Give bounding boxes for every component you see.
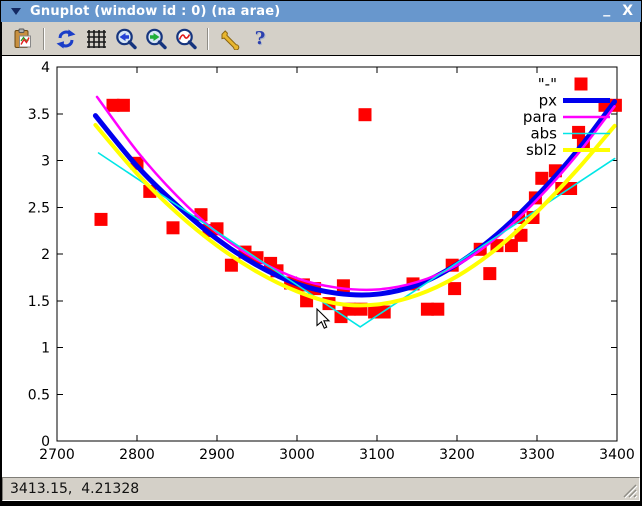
plot-canvas[interactable] bbox=[2, 55, 640, 477]
wrench-icon bbox=[219, 28, 241, 50]
toggle-grid-button[interactable] bbox=[83, 26, 109, 52]
magnifier-left-arrow-icon bbox=[115, 28, 137, 50]
unzoom-button[interactable] bbox=[173, 26, 199, 52]
close-button[interactable]: X bbox=[622, 1, 633, 22]
next-zoom-button[interactable] bbox=[143, 26, 169, 52]
toolbar-separator bbox=[43, 28, 45, 50]
previous-zoom-button[interactable] bbox=[113, 26, 139, 52]
resize-grip[interactable] bbox=[620, 481, 638, 499]
window-menu-triangle-icon[interactable] bbox=[11, 8, 21, 15]
window-title: Gnuplot (window id : 0) (na arae) bbox=[30, 4, 280, 19]
toolbar: ? bbox=[2, 22, 640, 55]
gnuplot-window: Gnuplot (window id : 0) (na arae) _ X ? … bbox=[0, 0, 642, 506]
configure-button[interactable] bbox=[217, 26, 243, 52]
grid-icon bbox=[85, 28, 107, 50]
clipboard-chart-icon bbox=[11, 28, 33, 50]
status-bar: 3413.15, 4.21328 bbox=[2, 477, 640, 501]
question-mark-icon: ? bbox=[255, 28, 266, 49]
help-button[interactable]: ? bbox=[247, 26, 273, 52]
magnifier-chart-icon bbox=[175, 28, 197, 50]
magnifier-right-arrow-icon bbox=[145, 28, 167, 50]
toolbar-separator bbox=[207, 28, 209, 50]
mouse-coordinates: 3413.15, 4.21328 bbox=[3, 481, 139, 497]
replot-button[interactable] bbox=[53, 26, 79, 52]
window-controls: _ X bbox=[603, 1, 633, 22]
copy-to-clipboard-button[interactable] bbox=[9, 26, 35, 52]
minimize-button[interactable]: _ bbox=[603, 0, 610, 20]
title-bar: Gnuplot (window id : 0) (na arae) _ X bbox=[1, 1, 641, 22]
refresh-arrows-icon bbox=[55, 28, 77, 50]
